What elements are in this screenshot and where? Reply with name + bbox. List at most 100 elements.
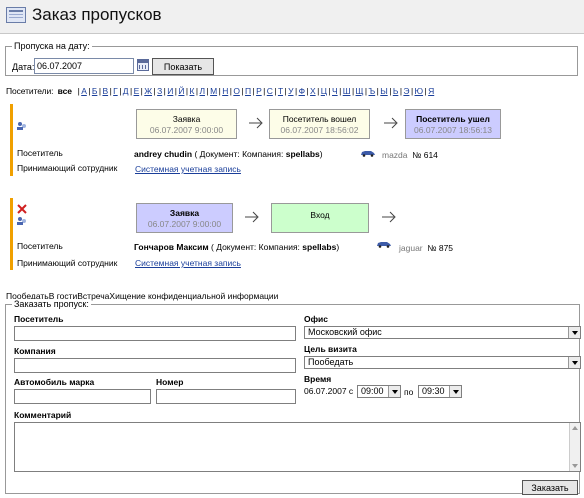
time-label: Время: [304, 374, 332, 384]
stage-request: Заявка 06.07.2007 9:00:00: [136, 109, 237, 139]
letter-separator: |: [317, 86, 320, 96]
letter-separator: |: [339, 86, 342, 96]
letter-link[interactable]: Ю: [415, 86, 424, 96]
car-brand-label: Автомобиль марка: [14, 377, 95, 387]
letter-separator: |: [140, 86, 143, 96]
letter-link[interactable]: Ь: [393, 86, 399, 96]
letter-separator: |: [294, 86, 298, 96]
chevron-down-icon: [568, 327, 580, 338]
car-number-input[interactable]: [156, 389, 296, 404]
letter-link[interactable]: С: [267, 86, 273, 96]
car-info: jaguar № 875: [399, 243, 453, 253]
arrow-icon: [245, 210, 261, 224]
letter-link[interactable]: Я: [428, 86, 434, 96]
letter-separator: |: [109, 86, 112, 96]
letter-link[interactable]: М: [210, 86, 217, 96]
visitor-name: andrey chudin: [134, 149, 193, 159]
time-row: 06.07.2007 с: [304, 386, 353, 396]
letter-link[interactable]: Ъ: [369, 86, 376, 96]
letter-link[interactable]: Ж: [144, 86, 152, 96]
employee-link[interactable]: Системная учетная запись: [135, 258, 241, 268]
cancel-people-icon[interactable]: [16, 203, 28, 227]
document-prefix: ( Документ: Компания:: [194, 149, 284, 159]
to-time-select[interactable]: 09:30: [418, 385, 462, 398]
visitor-input[interactable]: [14, 326, 296, 341]
visit-card-2: Заявка 06.07.2007 9:00:00 Вход Посетител…: [10, 198, 580, 270]
letter-link[interactable]: Щ: [356, 86, 364, 96]
company-input[interactable]: [14, 358, 296, 373]
calendar-icon[interactable]: [137, 59, 149, 71]
letter-link[interactable]: Б: [92, 86, 98, 96]
car-icon: [377, 242, 391, 248]
letter-separator: |: [206, 86, 209, 96]
office-label: Офис: [304, 314, 329, 324]
chevron-down-icon: [568, 357, 580, 368]
visitor-info: Гончаров Максим ( Документ: Компания: sp…: [134, 242, 339, 252]
comment-textarea[interactable]: [14, 422, 581, 472]
date-input[interactable]: [34, 58, 134, 74]
letter-link[interactable]: К: [190, 86, 195, 96]
order-button[interactable]: Заказать: [522, 480, 578, 495]
letter-link[interactable]: Ы: [380, 86, 388, 96]
letter-link[interactable]: П: [245, 86, 251, 96]
app-icon: [6, 7, 26, 23]
car-icon: [361, 151, 375, 157]
letter-link[interactable]: И: [167, 86, 173, 96]
people-icon: [17, 122, 26, 130]
letter-separator: |: [389, 86, 392, 96]
letter-link[interactable]: Ч: [332, 86, 338, 96]
letter-separator: |: [163, 86, 166, 96]
visitor-info: andrey chudin ( Документ: Компания: spel…: [134, 149, 323, 159]
letter-link[interactable]: Х: [310, 86, 316, 96]
letter-link[interactable]: З: [157, 86, 162, 96]
car-number-label: Номер: [156, 377, 184, 387]
visitor-name: Гончаров Максим: [134, 242, 209, 252]
date-filter-legend: Пропуска на дату:: [12, 41, 92, 51]
letter-link[interactable]: Э: [403, 86, 409, 96]
letter-link[interactable]: Л: [200, 86, 206, 96]
letter-link[interactable]: Е: [134, 86, 140, 96]
stage-enter[interactable]: Вход: [271, 203, 369, 233]
purpose-label: Цель визита: [304, 344, 357, 354]
letter-link[interactable]: Т: [278, 86, 283, 96]
letter-link[interactable]: У: [288, 86, 293, 96]
arrow-icon: [382, 210, 398, 224]
scrollbar[interactable]: [569, 423, 580, 471]
letter-link[interactable]: Й: [178, 86, 184, 96]
office-select[interactable]: Московский офис: [304, 326, 581, 339]
letter-link[interactable]: Ш: [343, 86, 351, 96]
arrow-icon: [249, 116, 265, 130]
car-brand-input[interactable]: [14, 389, 151, 404]
order-pass-legend: Заказать пропуск:: [12, 299, 91, 309]
visit-card-1: Заявка 06.07.2007 9:00:00 Посетитель вош…: [10, 104, 580, 176]
letter-separator: |: [241, 86, 244, 96]
letter-link[interactable]: А: [81, 86, 87, 96]
show-button[interactable]: Показать: [152, 58, 214, 75]
letter-separator: |: [252, 86, 255, 96]
company-name: spellabs: [302, 242, 337, 252]
filter-all[interactable]: все: [58, 86, 72, 96]
letter-link[interactable]: Ф: [299, 86, 305, 96]
letter-link[interactable]: Р: [256, 86, 262, 96]
letter-link[interactable]: Д: [123, 86, 129, 96]
purpose-select[interactable]: Пообедать: [304, 356, 581, 369]
letter-link[interactable]: Г: [113, 86, 118, 96]
date-label: Дата:: [12, 62, 35, 72]
letter-separator: |: [306, 86, 309, 96]
visitor-label: Посетитель: [17, 148, 63, 158]
comment-label: Комментарий: [14, 410, 72, 420]
employee-link[interactable]: Системная учетная запись: [135, 164, 241, 174]
letter-link[interactable]: Ц: [321, 86, 327, 96]
letter-link[interactable]: Н: [222, 86, 228, 96]
car-number: № 614: [412, 150, 438, 160]
letter-separator: |: [274, 86, 277, 96]
letter-separator: |: [98, 86, 101, 96]
from-time-select[interactable]: 09:00: [357, 385, 401, 398]
letter-separator: |: [328, 86, 331, 96]
letter-separator: |: [399, 86, 402, 96]
letter-link[interactable]: О: [233, 86, 240, 96]
stage-request: Заявка 06.07.2007 9:00:00: [136, 203, 233, 233]
letter-link[interactable]: В: [102, 86, 108, 96]
visitor-letter-filter: Посетители: все | А | Б | В | Г | Д | Е | Ж | З | И | Й | К | Л…: [6, 86, 580, 96]
to-label: по: [404, 387, 414, 397]
